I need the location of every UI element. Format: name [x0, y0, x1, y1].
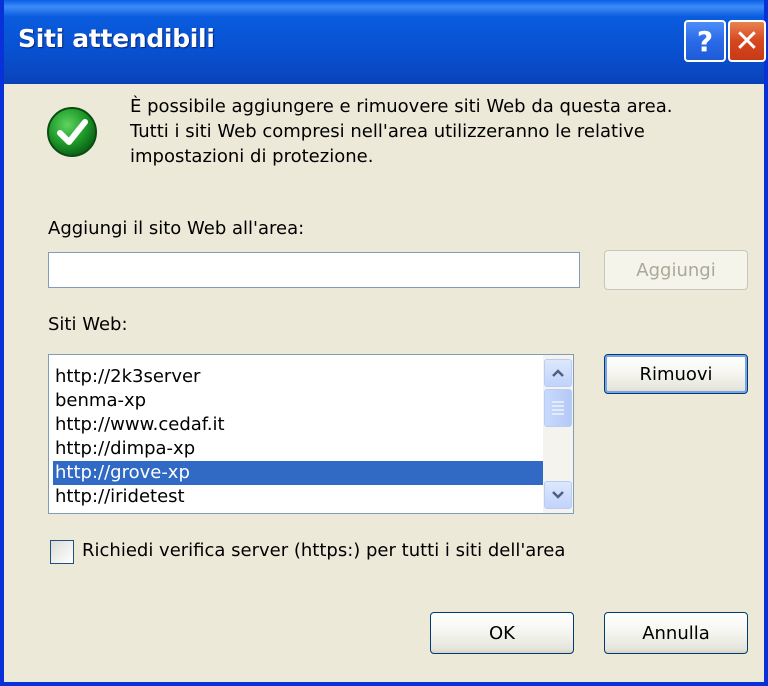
list-item[interactable]: http://www.cedaf.it [53, 413, 545, 437]
add-site-label: Aggiungi il sito Web all'area: [48, 218, 305, 239]
scroll-up-button[interactable] [544, 359, 572, 387]
https-checkbox-label: Richiedi verifica server (https:) per tu… [82, 540, 566, 561]
chevron-up-icon [552, 369, 564, 377]
info-text: È possibile aggiungere e rimuovere siti … [130, 94, 730, 169]
list-item[interactable]: http://2k3server [53, 365, 545, 389]
list-scrollbar[interactable] [543, 355, 573, 513]
remove-button[interactable]: Rimuovi [604, 354, 748, 394]
add-button[interactable]: Aggiungi [604, 250, 748, 290]
list-item[interactable]: http://dimpa-xp [53, 437, 545, 461]
list-item[interactable]: benma-xp [53, 389, 545, 413]
ok-button[interactable]: OK [430, 612, 574, 654]
scroll-thumb[interactable] [544, 389, 572, 427]
title-bar[interactable]: Siti attendibili ? ✕ [4, 0, 766, 84]
info-line-3: impostazioni di protezione. [130, 146, 374, 167]
list-item[interactable]: http://iridetest [53, 485, 545, 509]
cancel-button[interactable]: Annulla [604, 612, 748, 654]
list-item-selected[interactable]: http://grove-xp [53, 461, 545, 485]
check-icon [47, 107, 97, 157]
info-line-1: È possibile aggiungere e rimuovere siti … [130, 96, 673, 117]
add-site-input[interactable] [48, 252, 580, 288]
https-checkbox[interactable] [50, 540, 74, 564]
dialog-window: Siti attendibili ? ✕ È possibile aggiung… [0, 0, 768, 686]
scroll-down-button[interactable] [544, 481, 572, 509]
help-button[interactable]: ? [684, 20, 726, 62]
grip-icon [552, 401, 564, 415]
close-button[interactable]: ✕ [728, 20, 766, 62]
window-title: Siti attendibili [18, 24, 215, 53]
sites-listbox[interactable]: http://2k3server benma-xp http://www.ced… [48, 354, 574, 514]
chevron-down-icon [552, 491, 564, 499]
sites-label: Siti Web: [48, 314, 128, 335]
info-line-2: Tutti i siti Web compresi nell'area util… [130, 121, 645, 142]
